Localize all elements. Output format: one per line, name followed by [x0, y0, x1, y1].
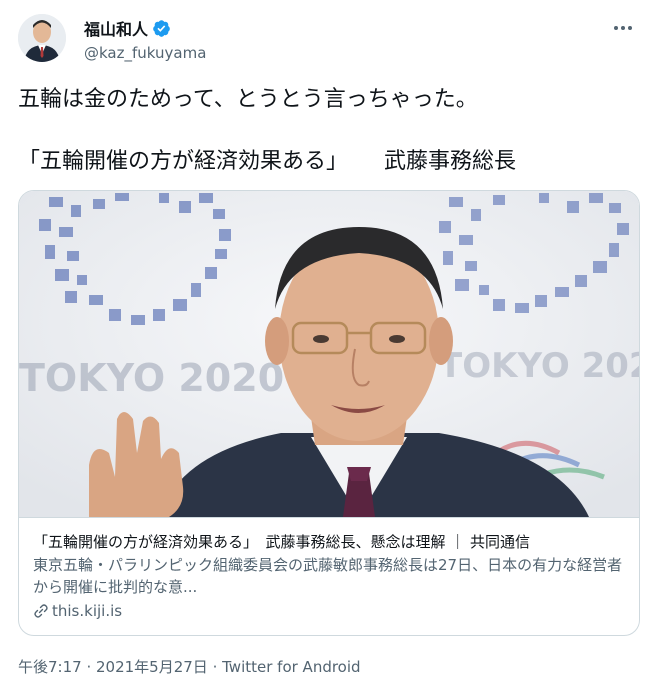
verified-badge-icon — [153, 20, 170, 37]
link-card[interactable]: TOKYO 2020 TOKYO 2020 — [18, 190, 640, 636]
card-image: TOKYO 2020 TOKYO 2020 — [19, 191, 639, 517]
person-avatar-icon — [18, 14, 66, 62]
link-icon — [34, 604, 48, 618]
avatar[interactable] — [18, 14, 66, 62]
tweet-text-line2: 「五輪開催の方が経済効果ある」 武藤事務総長 — [18, 146, 638, 178]
tweet-header: 福山和人 @kaz_fukuyama — [18, 14, 636, 68]
card-title[interactable]: 「五輪開催の方が経済効果ある」 武藤事務総長、懸念は理解 ｜ 共同通信 — [33, 532, 629, 552]
tweet-meta: 午後7:17 · 2021年5月27日 · Twitter for Androi… — [18, 656, 361, 677]
author-handle[interactable]: @kaz_fukuyama — [84, 44, 206, 62]
tweet: 福山和人 @kaz_fukuyama 五輪は金のためって、とうとう言っちゃった。… — [0, 0, 652, 687]
tweet-quote: 「五輪開催の方が経済効果ある」 — [18, 149, 349, 174]
official-photo-icon: TOKYO 2020 TOKYO 2020 — [19, 191, 639, 517]
card-domain-text: this.kiji.is — [52, 602, 123, 620]
tokyo-2020-right-text: TOKYO 2020 — [439, 346, 639, 386]
card-description: 東京五輪・パラリンピック組織委員会の武藤敏郎事務総長は27日、日本の有力な経営者… — [33, 556, 623, 596]
more-options-icon[interactable] — [610, 18, 636, 38]
card-domain[interactable]: this.kiji.is — [33, 602, 122, 620]
tweet-date[interactable]: 2021年5月27日 — [96, 658, 208, 676]
display-name[interactable]: 福山和人 — [84, 16, 148, 40]
author-names: 福山和人 @kaz_fukuyama — [84, 16, 206, 62]
meta-separator: · — [81, 658, 96, 676]
card-divider — [19, 517, 639, 518]
tokyo-2020-left-text: TOKYO 2020 — [19, 356, 284, 400]
tweet-time[interactable]: 午後7:17 — [18, 658, 82, 676]
tweet-source[interactable]: Twitter for Android — [222, 658, 360, 676]
meta-separator-2: · — [207, 658, 223, 676]
tweet-text-line1: 五輪は金のためって、とうとう言っちゃった。 — [18, 87, 478, 112]
tweet-title-name: 武藤事務総長 — [384, 149, 517, 174]
